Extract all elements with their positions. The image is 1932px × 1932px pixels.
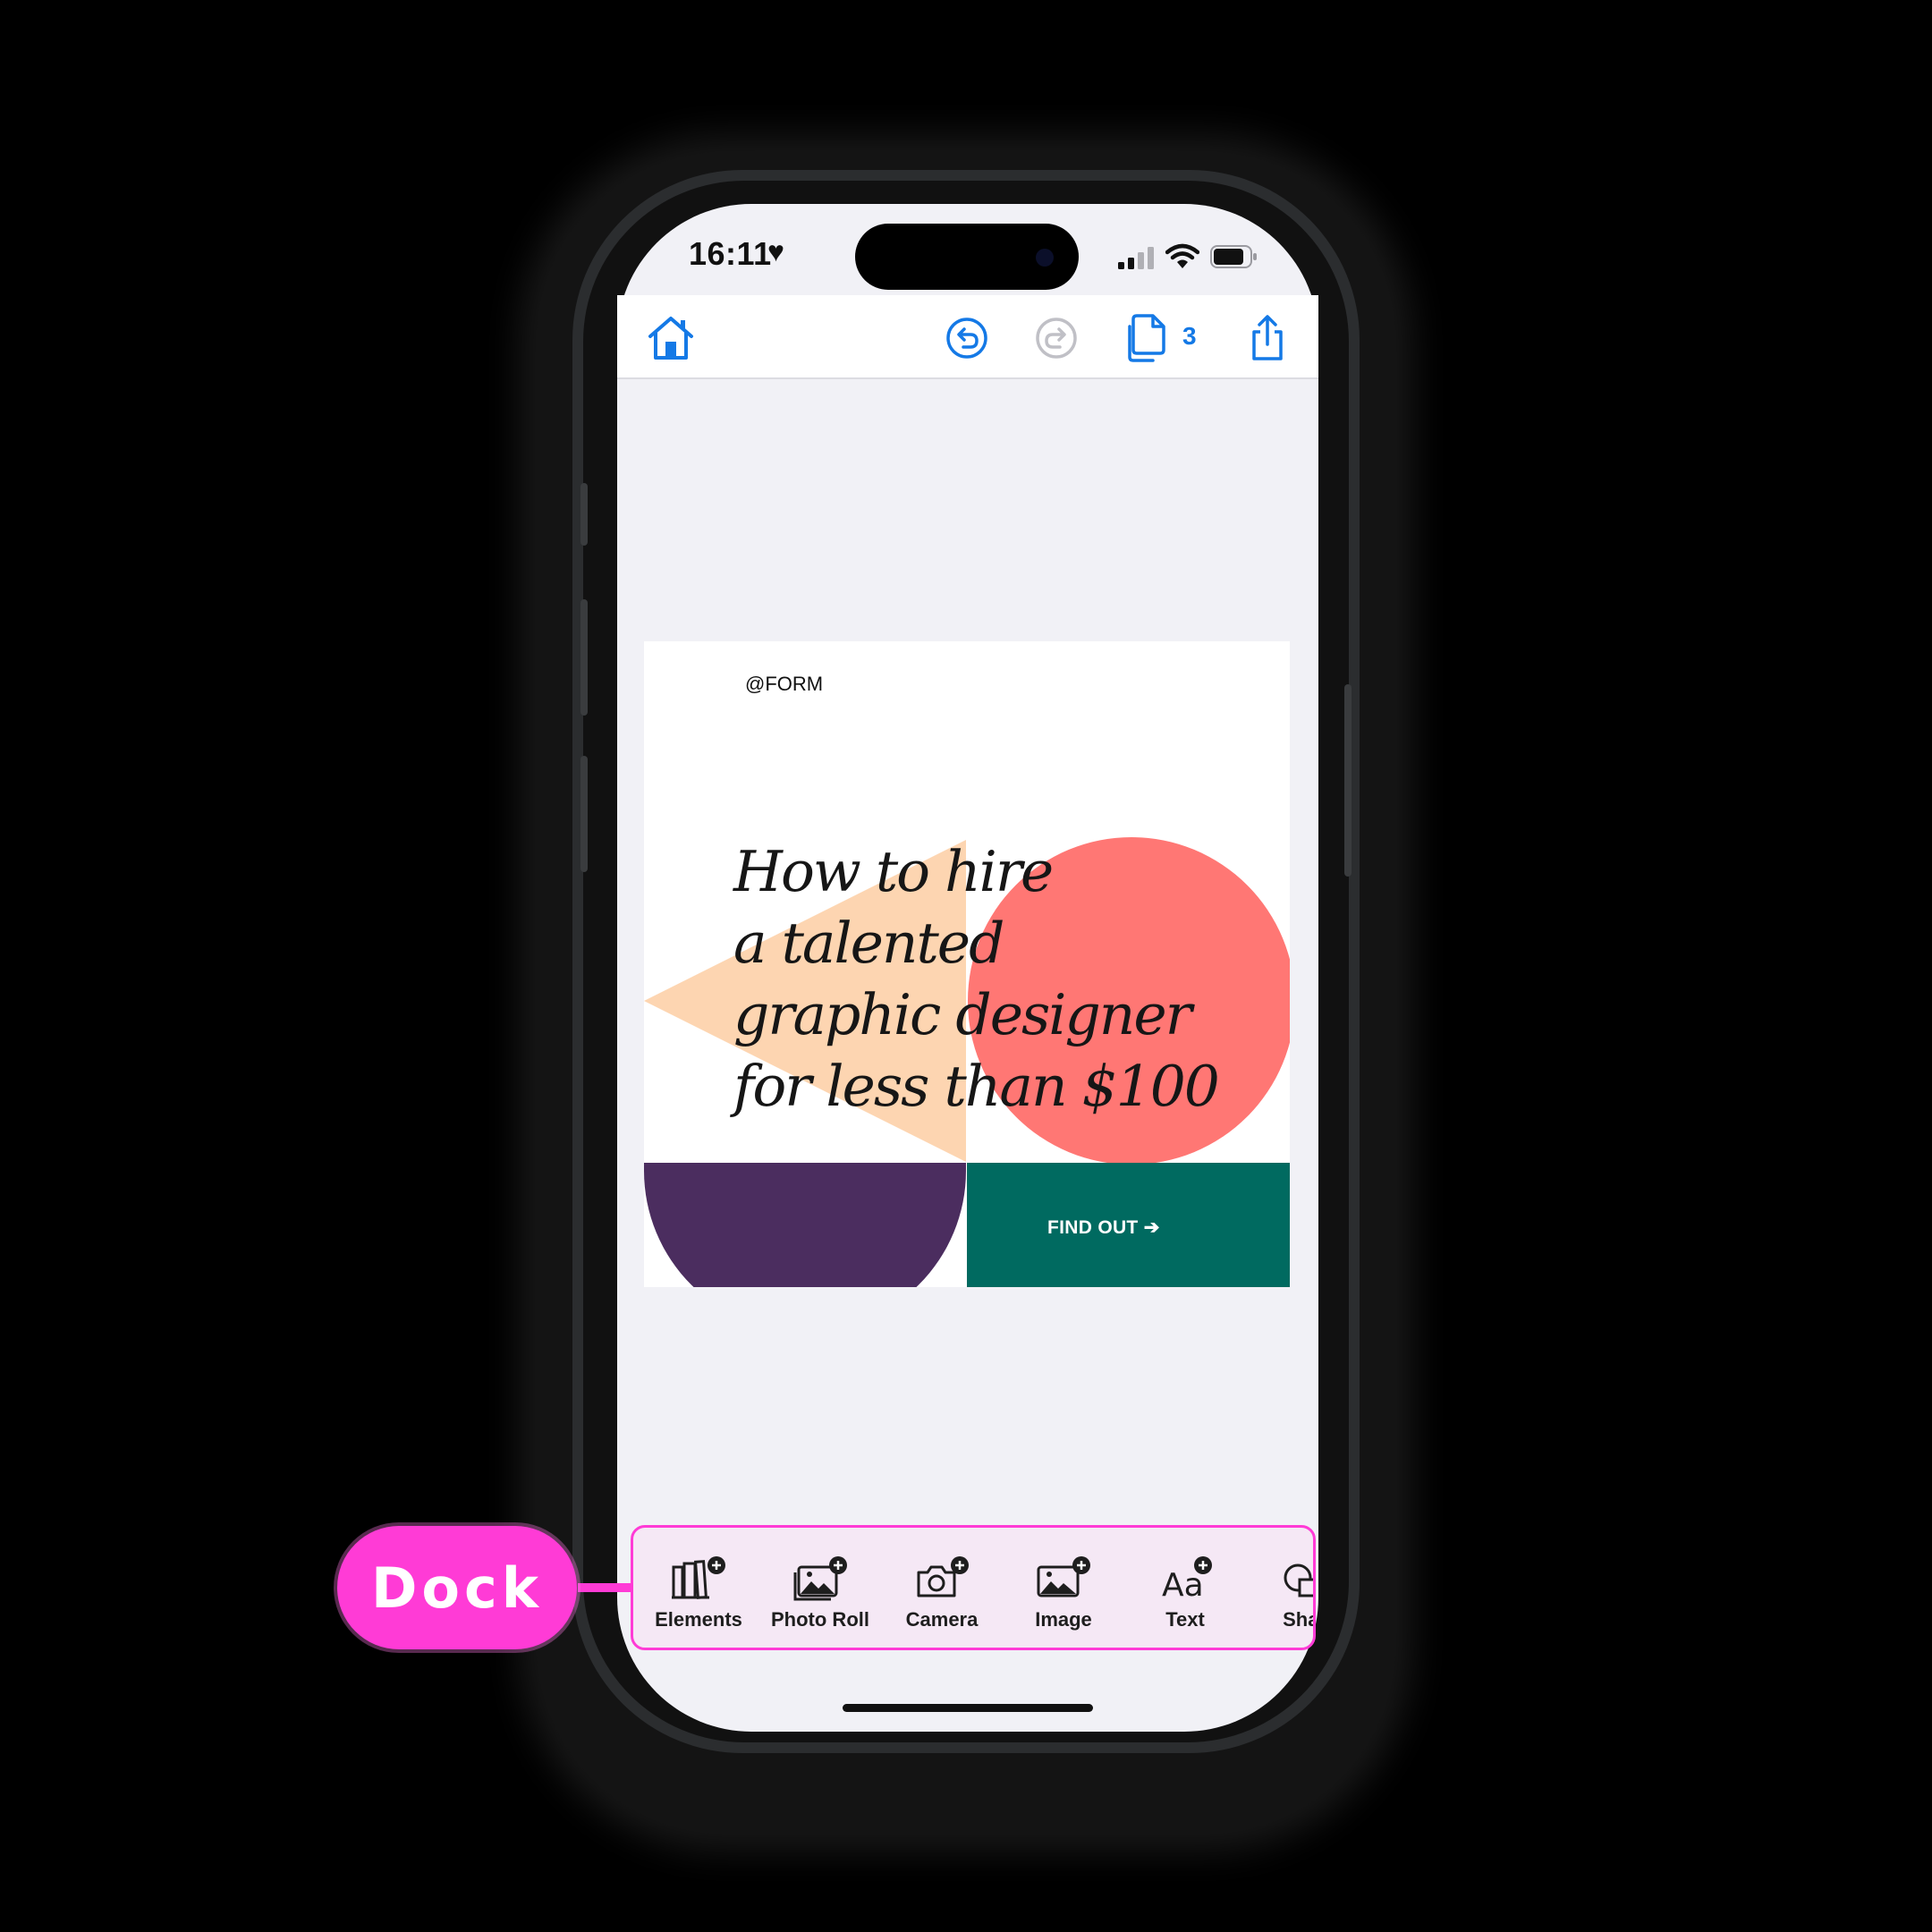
page-count: 3 (1182, 322, 1197, 350)
dock-item-label: Camera (905, 1608, 979, 1631)
share-button[interactable] (1243, 313, 1292, 363)
front-camera (1036, 249, 1054, 267)
headline-line: graphic designer (733, 982, 1192, 1047)
volume-up-button (580, 599, 588, 716)
dock-item-photo-roll[interactable]: Photo Roll (762, 1528, 878, 1648)
pages-button[interactable] (1123, 311, 1171, 365)
share-icon (1252, 315, 1283, 360)
wifi-icon (1165, 243, 1200, 275)
text-add-icon: Aa (1162, 1556, 1212, 1601)
image-add-icon (1037, 1556, 1090, 1597)
heart-icon: ♥ (767, 235, 784, 267)
status-time: 16:11 (689, 235, 772, 272)
dock-item-camera[interactable]: Camera (884, 1528, 1000, 1648)
dock-item-text[interactable]: Aa Text (1127, 1528, 1243, 1648)
undo-button[interactable] (944, 315, 990, 361)
purple-bowl-shape[interactable] (644, 1163, 966, 1287)
volume-down-button (580, 756, 588, 872)
dock-callout-label: Dock (337, 1526, 577, 1649)
cellular-signal-icon (1118, 247, 1156, 275)
home-indicator[interactable] (843, 1704, 1093, 1712)
dock-item-shapes[interactable]: Shap (1249, 1528, 1313, 1648)
redo-icon (1036, 318, 1077, 359)
headline-line: for less than $100 (733, 1054, 1220, 1119)
dock-item-label: Image (1035, 1608, 1092, 1631)
undo-icon (946, 318, 987, 359)
brand-handle[interactable]: @FORM (745, 673, 823, 696)
dock-item-label: Photo Roll (771, 1608, 869, 1631)
dock-item-elements[interactable]: Elements (640, 1528, 757, 1648)
shape-add-icon (1284, 1563, 1313, 1597)
photo-roll-add-icon (793, 1556, 847, 1601)
headline-line: How to hire (733, 839, 1054, 904)
power-button (1344, 684, 1352, 877)
callout-connector (578, 1583, 633, 1592)
camera-add-icon (917, 1556, 969, 1597)
action-button (580, 483, 588, 546)
redo-button[interactable] (1033, 315, 1080, 361)
dock-item-image[interactable]: Image (1005, 1528, 1122, 1648)
home-icon (648, 317, 693, 360)
headline-line: a talented (733, 911, 1004, 976)
battery-icon (1210, 245, 1258, 273)
elements-add-icon (672, 1556, 725, 1599)
dock: Elements Photo Roll Camera Image Aa Text… (631, 1525, 1316, 1650)
dock-item-label: Shap (1283, 1608, 1313, 1631)
dock-item-label: Elements (655, 1608, 742, 1631)
headline-text[interactable]: How to hire a talented graphic designer … (733, 836, 1234, 1123)
cta-text[interactable]: FIND OUT ➔ (1047, 1216, 1160, 1239)
home-button[interactable] (646, 313, 696, 363)
pages-icon (1128, 314, 1165, 362)
dock-item-label: Text (1165, 1608, 1205, 1631)
